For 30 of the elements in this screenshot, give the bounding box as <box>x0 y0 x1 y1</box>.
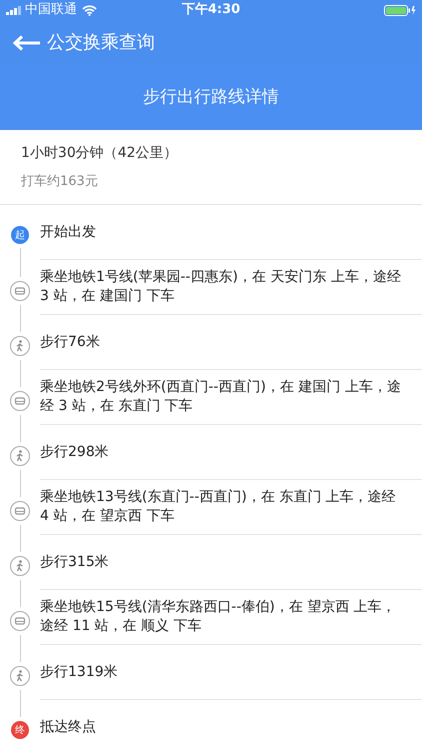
train-icon <box>10 281 30 301</box>
route-duration: 1小时30分钟（42公里） <box>21 144 179 163</box>
back-button[interactable]: 公交换乘查询 <box>13 29 155 56</box>
end-badge: 终 <box>11 721 29 739</box>
step-text: 乘坐地铁2号线外环(西直门--西直门)，在 建国门 上车，途经 3 站，在 东直门 下车 <box>40 378 402 416</box>
train-icon <box>10 611 30 631</box>
taxi-fare: 打车约163元 <box>21 172 99 191</box>
walking-person-icon <box>10 446 30 466</box>
step-text: 步行298米 <box>40 442 109 462</box>
step-text: 抵达终点 <box>40 718 96 737</box>
step-text: 开始出发 <box>40 222 96 242</box>
step-text: 步行76米 <box>40 332 100 352</box>
back-arrow-icon <box>13 34 41 50</box>
train-icon <box>10 391 30 411</box>
clock-time: 下午4:30 <box>182 1 240 20</box>
step-text: 步行1319米 <box>40 662 118 682</box>
start-badge: 起 <box>11 226 29 244</box>
battery-icon <box>384 4 416 16</box>
step-text: 乘坐地铁13号线(东直门--西直门)，在 东直门 上车，途经 4 站，在 望京西 下车 <box>40 488 397 526</box>
wifi-icon <box>82 4 97 16</box>
step-text: 步行315米 <box>40 552 109 572</box>
page-title: 步行出行路线详情 <box>143 86 279 109</box>
signal-icon <box>6 6 22 14</box>
walking-person-icon <box>10 556 30 576</box>
train-icon <box>10 501 30 521</box>
walking-person-icon <box>10 336 30 356</box>
step-text: 乘坐地铁1号线(苹果园--四惠东)，在 天安门东 上车，途经 3 站，在 建国门 下车 <box>40 268 402 306</box>
walking-person-icon <box>10 666 30 686</box>
carrier-name: 中国联通 <box>25 1 77 20</box>
step-text: 乘坐地铁15号线(清华东路西口--俸伯)，在 望京西 上车，途经 11 站，在 顺义 下车 <box>40 598 397 636</box>
